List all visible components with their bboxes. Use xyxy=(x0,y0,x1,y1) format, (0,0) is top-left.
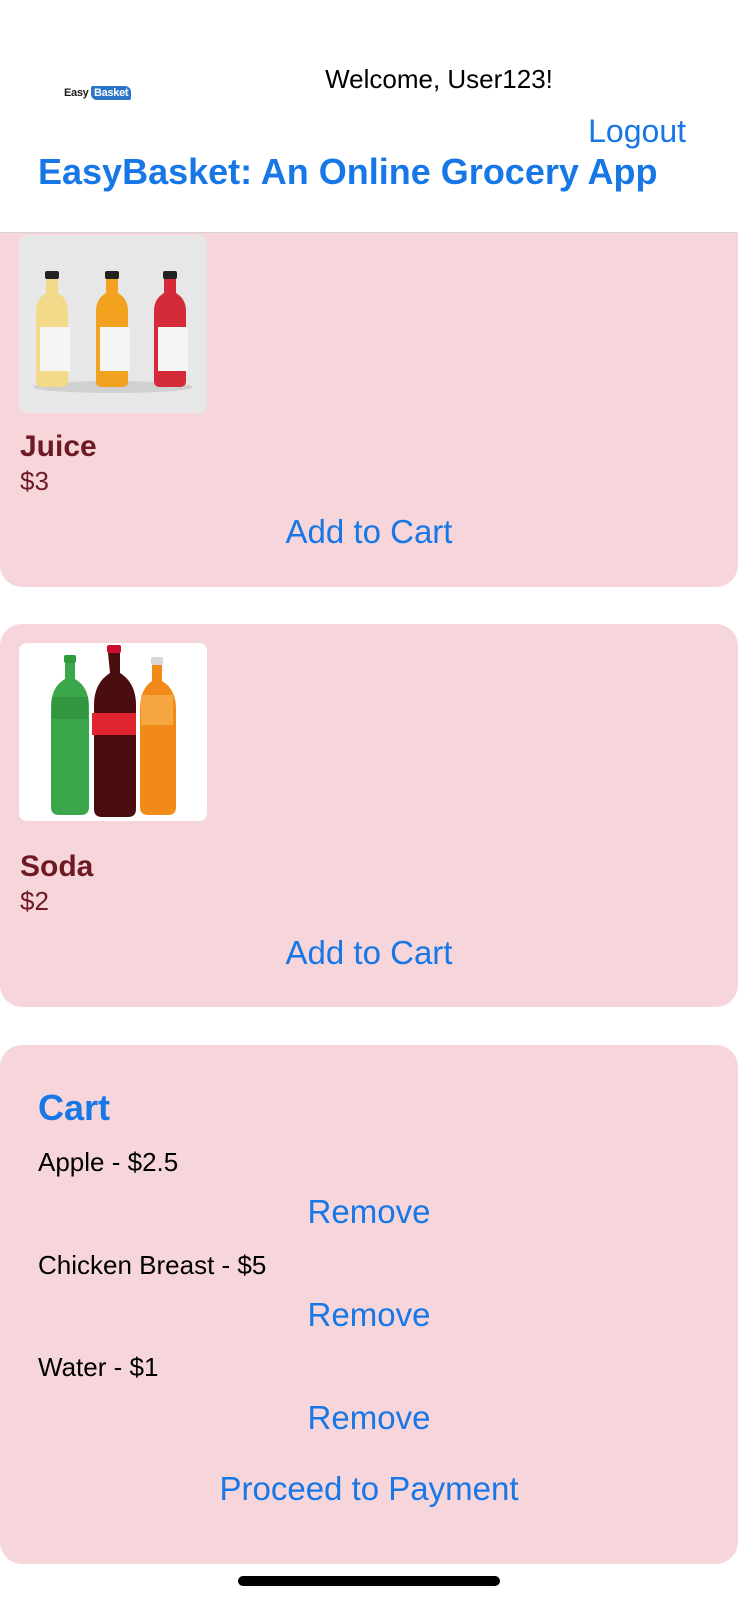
juice-bottles-image xyxy=(19,235,207,413)
cart-panel: Cart Apple - $2.5 Remove Chicken Breast … xyxy=(0,1045,738,1564)
remove-button[interactable]: Remove xyxy=(0,1399,738,1437)
cart-title: Cart xyxy=(38,1087,111,1128)
cart-item: Apple - $2.5 xyxy=(38,1147,179,1177)
product-price: $3 xyxy=(20,466,49,496)
home-indicator[interactable] xyxy=(238,1576,500,1586)
logout-button[interactable]: Logout xyxy=(588,113,686,150)
product-price: $2 xyxy=(20,886,49,916)
app-header: Easy Basket Welcome, User123! Logout Eas… xyxy=(0,0,738,233)
product-card-soda: Soda $2 Add to Cart xyxy=(0,624,738,1007)
soda-bottles-image xyxy=(19,643,207,821)
product-card-juice: Juice $3 Add to Cart xyxy=(0,200,738,587)
remove-button[interactable]: Remove xyxy=(0,1193,738,1231)
proceed-to-payment-button[interactable]: Proceed to Payment xyxy=(0,1470,738,1508)
product-name: Soda xyxy=(20,850,94,883)
welcome-message: Welcome, User123! xyxy=(325,64,553,94)
remove-button[interactable]: Remove xyxy=(0,1296,738,1334)
page-title: EasyBasket: An Online Grocery App xyxy=(38,151,658,192)
add-to-cart-button-soda[interactable]: Add to Cart xyxy=(0,934,738,972)
add-to-cart-button-juice[interactable]: Add to Cart xyxy=(0,513,738,551)
cart-item: Water - $1 xyxy=(38,1352,159,1382)
product-name: Juice xyxy=(20,430,97,463)
cart-item: Chicken Breast - $5 xyxy=(38,1250,267,1280)
